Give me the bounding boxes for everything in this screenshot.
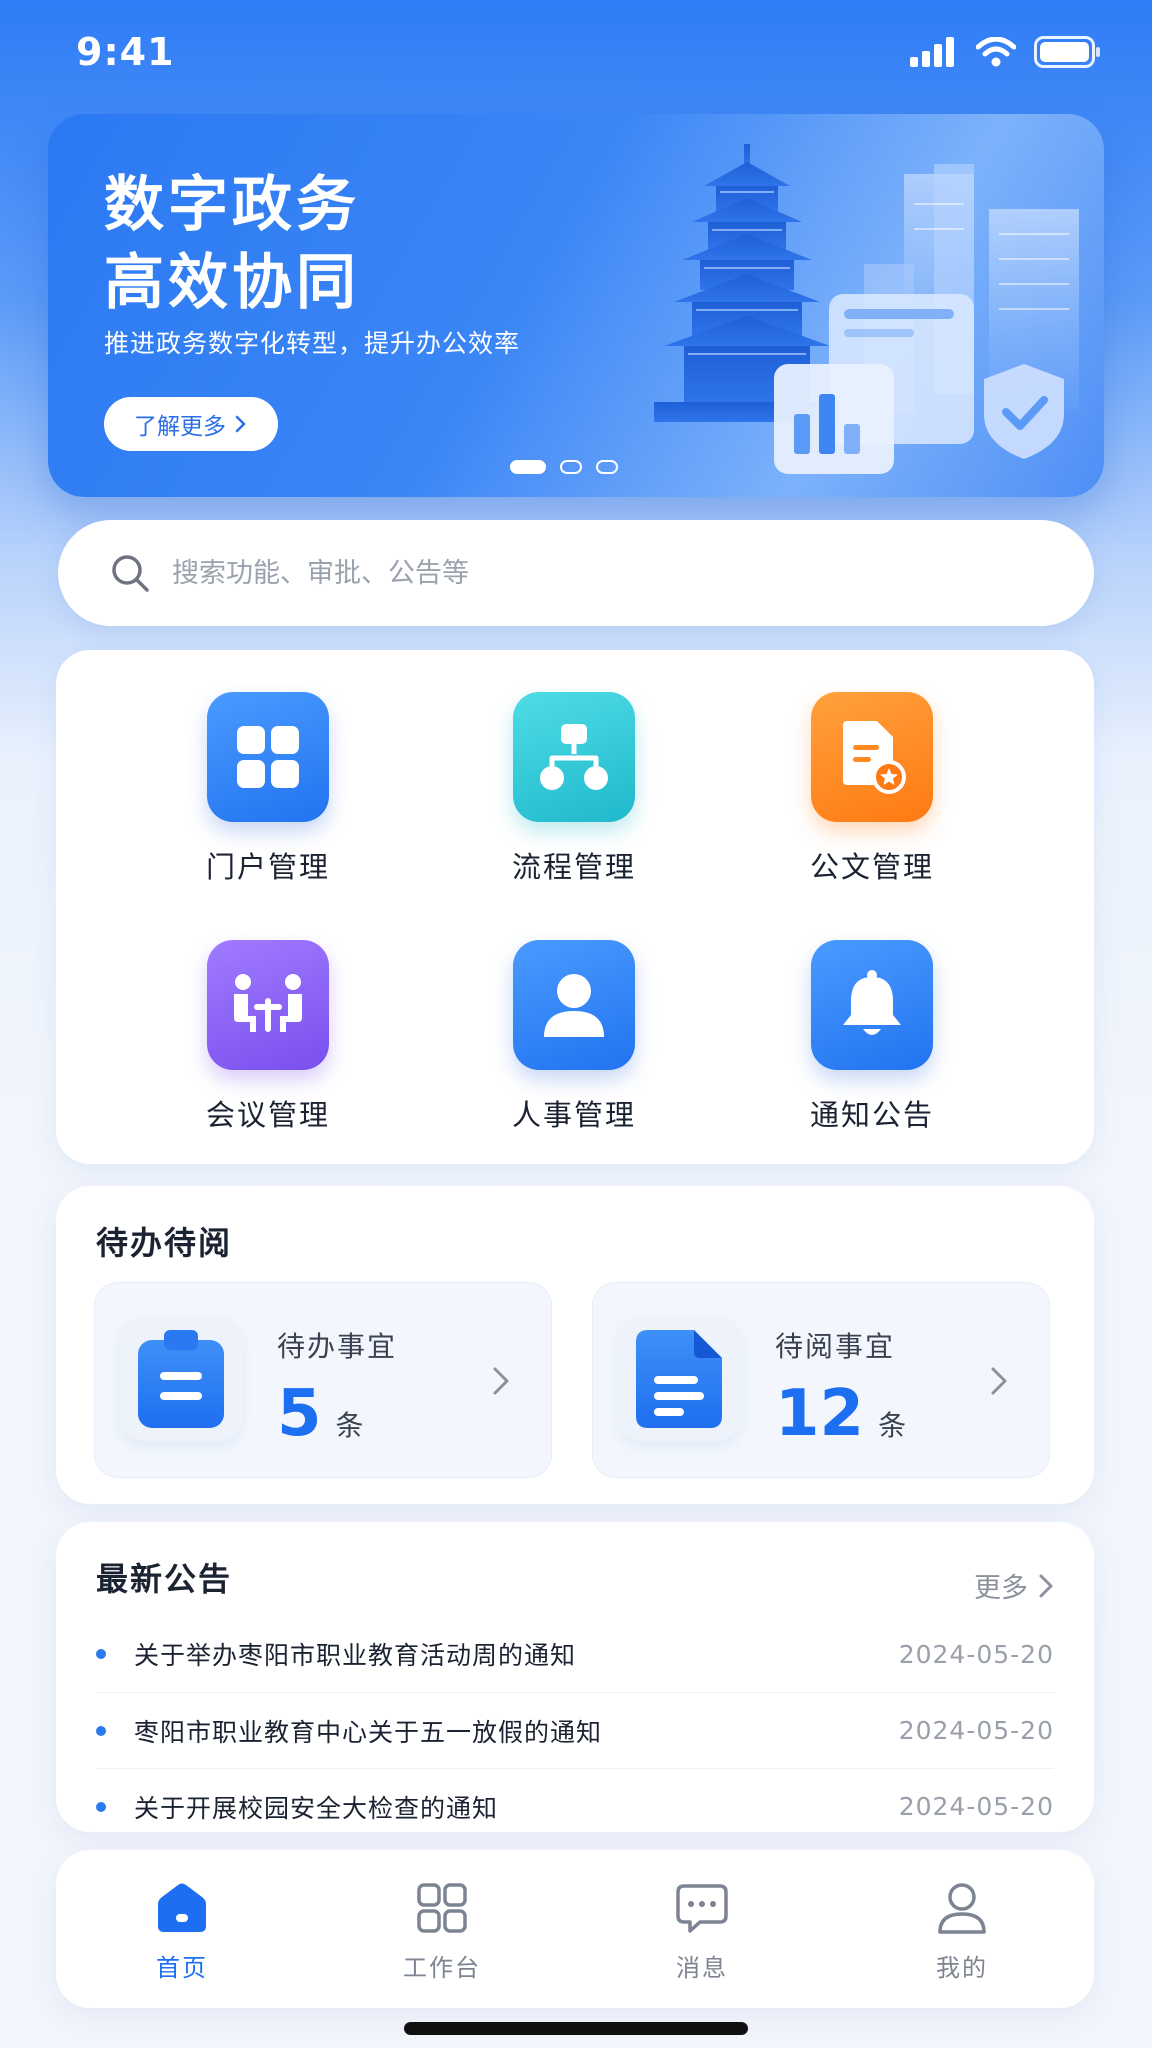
notice-title: 关于开展校园安全大检查的通知 xyxy=(134,1793,499,1823)
todo-icon-container xyxy=(617,1317,741,1441)
todo-pending-count: 5 条 xyxy=(277,1379,364,1449)
banner-title-line2: 高效协同 xyxy=(104,248,360,318)
status-icons xyxy=(910,36,1102,68)
tab-label: 首页 xyxy=(156,1954,208,1982)
todo-read-card[interactable]: 待阅事宜 12 条 xyxy=(592,1282,1050,1478)
document-badge-icon xyxy=(811,692,933,822)
tab-label: 消息 xyxy=(676,1954,728,1982)
chevron-right-icon xyxy=(493,1367,509,1395)
tab-profile[interactable]: 我的 xyxy=(872,1880,1052,1983)
carousel-dot-2[interactable] xyxy=(560,460,582,474)
hero-banner[interactable]: 数字政务 高效协同 推进政务数字化转型，提升办公效率 了解更多 xyxy=(48,114,1104,497)
feature-label: 门户管理 xyxy=(205,850,330,884)
todo-pending-card[interactable]: 待办事宜 5 条 xyxy=(94,1282,552,1478)
user-icon xyxy=(938,1883,986,1934)
feature-label: 通知公告 xyxy=(809,1098,934,1132)
bottom-tab-bar: 首页 工作台 消息 我的 xyxy=(56,1850,1094,2008)
feature-grid: 门户管理 流程管理 公文管理 会议管理 人事管理 通知公告 xyxy=(56,650,1094,1164)
chevron-right-icon xyxy=(991,1367,1007,1395)
todo-pending-label: 待办事宜 xyxy=(277,1330,398,1363)
notice-item[interactable]: 关于举办枣阳市职业教育活动周的通知 2024-05-20 xyxy=(96,1616,1054,1692)
notice-title: 关于举办枣阳市职业教育活动周的通知 xyxy=(134,1641,577,1670)
tab-label: 我的 xyxy=(936,1954,988,1982)
notices-section: 最新公告 更多 关于举办枣阳市职业教育活动周的通知 2024-05-20 枣阳市… xyxy=(56,1522,1094,1832)
todo-read-unit: 条 xyxy=(878,1409,907,1442)
learn-more-button[interactable]: 了解更多 xyxy=(104,397,278,451)
notice-date: 2024-05-20 xyxy=(898,1716,1054,1745)
carousel-indicator xyxy=(510,460,618,474)
tab-workbench[interactable]: 工作台 xyxy=(352,1880,532,1983)
notice-date: 2024-05-20 xyxy=(898,1639,1054,1669)
more-label: 更多 xyxy=(974,1573,1028,1604)
carousel-dot-1[interactable] xyxy=(510,460,546,474)
todo-read-number: 12 xyxy=(775,1377,865,1451)
clipboard-icon xyxy=(138,1330,224,1428)
message-icon xyxy=(676,1884,728,1933)
grid-icon xyxy=(207,692,329,822)
banner-title-line1: 数字政务 xyxy=(104,170,360,240)
feature-workflow[interactable]: 流程管理 xyxy=(474,692,674,886)
banner-subtitle: 推进政务数字化转型，提升办公效率 xyxy=(104,329,521,358)
person-icon xyxy=(513,940,635,1070)
flowchart-icon xyxy=(513,692,635,822)
notice-title: 枣阳市职业教育中心关于五一放假的通知 xyxy=(134,1717,603,1747)
learn-more-label: 了解更多 xyxy=(134,414,226,440)
bullet-dot xyxy=(96,1649,106,1659)
tab-home[interactable]: 首页 xyxy=(92,1880,272,1983)
chevron-right-icon xyxy=(1039,1574,1053,1597)
feature-notices[interactable]: 通知公告 xyxy=(772,940,972,1134)
feature-hr[interactable]: 人事管理 xyxy=(474,940,674,1134)
feature-label: 会议管理 xyxy=(205,1098,330,1132)
home-indicator xyxy=(404,2022,748,2035)
todo-read-label: 待阅事宜 xyxy=(775,1330,896,1363)
search-input[interactable] xyxy=(172,557,972,589)
bullet-dot xyxy=(96,1725,106,1736)
status-bar: 9:41 xyxy=(0,0,1152,110)
more-notices-link[interactable]: 更多 xyxy=(974,1566,1054,1605)
meeting-icon xyxy=(207,940,329,1070)
feature-documents[interactable]: 公文管理 xyxy=(772,692,972,886)
city-pagoda-illustration xyxy=(654,144,1079,474)
feature-portal[interactable]: 门户管理 xyxy=(168,692,368,886)
bullet-dot xyxy=(96,1801,106,1812)
tab-messages[interactable]: 消息 xyxy=(612,1880,792,1983)
search-bar[interactable] xyxy=(58,520,1094,626)
feature-meetings[interactable]: 会议管理 xyxy=(168,940,368,1134)
notice-item[interactable]: 关于开展校园安全大检查的通知 2024-05-20 xyxy=(96,1768,1054,1844)
tab-label: 工作台 xyxy=(403,1954,481,1982)
feature-label: 公文管理 xyxy=(809,850,934,884)
carousel-dot-3[interactable] xyxy=(596,460,618,474)
home-icon xyxy=(158,1883,206,1932)
notice-date: 2024-05-20 xyxy=(898,1792,1054,1821)
chevron-right-icon xyxy=(235,415,246,433)
apps-icon xyxy=(417,1883,467,1933)
wifi-icon xyxy=(976,37,1016,67)
todo-section-title: 待办待阅 xyxy=(96,1224,233,1262)
banner-title: 数字政务 高效协同 xyxy=(104,166,360,322)
todo-icon-container xyxy=(119,1317,243,1441)
search-icon xyxy=(112,555,149,592)
file-icon xyxy=(636,1330,722,1428)
battery-icon xyxy=(1034,36,1100,68)
feature-label: 人事管理 xyxy=(511,1098,636,1132)
signal-icon xyxy=(910,37,954,67)
todo-pending-number: 5 xyxy=(277,1377,322,1451)
notice-item[interactable]: 枣阳市职业教育中心关于五一放假的通知 2024-05-20 xyxy=(96,1692,1054,1768)
status-time: 9:41 xyxy=(76,30,175,74)
todo-read-count: 12 条 xyxy=(775,1379,906,1449)
notices-section-title: 最新公告 xyxy=(96,1560,233,1598)
bell-icon xyxy=(811,940,933,1070)
todo-section: 待办待阅 待办事宜 5 条 待阅事宜 12 条 xyxy=(56,1186,1094,1504)
feature-label: 流程管理 xyxy=(511,850,636,884)
todo-pending-unit: 条 xyxy=(335,1409,364,1442)
